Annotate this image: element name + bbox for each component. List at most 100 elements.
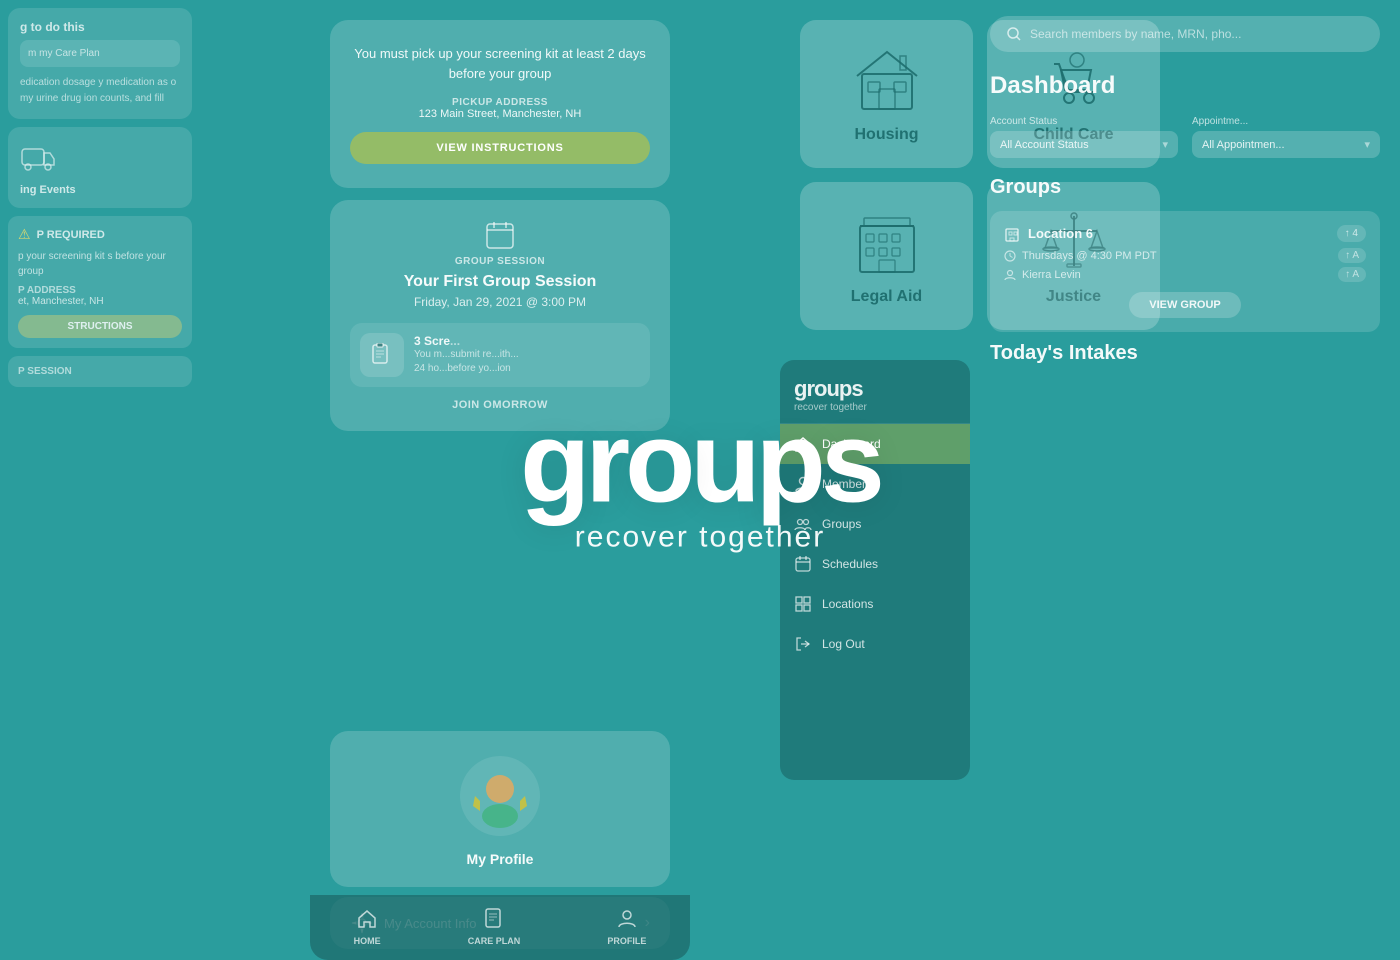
- screens-info: 3 Scre... You m...submit re...ith...24 h…: [414, 334, 640, 376]
- dashboard-title: Dashboard: [990, 72, 1380, 100]
- group-count-badge: ↑ 4: [1337, 225, 1366, 242]
- care-plan-item: m my Care Plan: [20, 40, 180, 67]
- sidebar-item-members[interactable]: Members: [780, 464, 970, 504]
- search-bar[interactable]: Search members by name, MRN, pho...: [990, 16, 1380, 52]
- pickup-address-phone: 123 Main Street, Manchester, NH: [350, 108, 650, 120]
- sidebar-item-logout[interactable]: Log Out: [780, 624, 970, 664]
- person-icon: [1004, 269, 1016, 281]
- pickup-label: P ADDRESS: [18, 285, 182, 296]
- session-card-left: P SESSION: [8, 356, 192, 387]
- groups-section-title: Groups: [990, 176, 1380, 199]
- group-time: Thursdays @ 4:30 PM PDT: [1022, 250, 1157, 262]
- schedules-nav-label: Schedules: [822, 557, 878, 571]
- nav-care-plan[interactable]: CARE PLAN: [468, 907, 521, 949]
- truck-icon: [20, 139, 56, 175]
- sidebar-app-name: groups: [794, 376, 956, 402]
- member-count: ↑ A: [1338, 267, 1366, 282]
- sidebar-logo: groups recover together: [780, 360, 970, 424]
- profile-illustration: [455, 751, 545, 841]
- members-nav-label: Members: [822, 477, 872, 491]
- filters-row: Account Status All Account Status ▾ Appo…: [990, 116, 1380, 158]
- group-card: Location 6 ↑ 4 Thursdays @ 4:30 PM PDT ↑…: [990, 211, 1380, 332]
- screens-count: 3 Scre...: [414, 334, 640, 348]
- view-instructions-button[interactable]: VIEW INSTRUCTIONS: [350, 132, 650, 164]
- account-status-chevron: ▾: [1162, 138, 1168, 151]
- warning-icon: ⚠: [18, 226, 31, 243]
- screens-row: 3 Scre... You m...submit re...ith...24 h…: [350, 323, 650, 387]
- view-group-button[interactable]: VIEW GROUP: [1129, 292, 1241, 318]
- session-label-left: P SESSION: [18, 366, 182, 377]
- sidebar-tagline: recover together: [794, 402, 956, 413]
- appointment-select[interactable]: All Appointmen... ▾: [1192, 131, 1380, 158]
- building-small-icon: [1004, 226, 1020, 242]
- nav-profile[interactable]: PROFILE: [607, 907, 646, 949]
- nav-home[interactable]: HOME: [354, 907, 381, 949]
- account-status-label: Account Status: [990, 116, 1178, 127]
- sidebar-item-groups[interactable]: Groups: [780, 504, 970, 544]
- alert-text: You must pick up your screening kit at l…: [350, 44, 650, 83]
- sidebar-item-locations[interactable]: Locations: [780, 584, 970, 624]
- time-count: ↑ A: [1338, 248, 1366, 263]
- care-plan-heading: g to do this: [20, 20, 180, 34]
- join-button[interactable]: JOIN OMORROW: [350, 399, 650, 411]
- appointment-label: Appointme...: [1192, 116, 1380, 127]
- phone-nav-bar: HOME CARE PLAN PROFILE: [310, 895, 690, 960]
- instructions-button[interactable]: STRUCTIONS: [18, 315, 182, 338]
- sidebar-item-schedules[interactable]: Schedules: [780, 544, 970, 584]
- schedule-nav-icon: [794, 555, 812, 573]
- group-time-row: Thursdays @ 4:30 PM PDT ↑ A: [1004, 248, 1366, 263]
- housing-card[interactable]: Housing: [800, 20, 973, 168]
- profile-card: My Profile: [330, 731, 670, 887]
- sidebar-item-dashboard[interactable]: Dashboard: [780, 424, 970, 464]
- locations-nav-label: Locations: [822, 597, 873, 611]
- far-left-panel: g to do this m my Care Plan edication do…: [0, 0, 200, 960]
- group-location: Location 6: [1028, 226, 1093, 241]
- group-member: Kierra Levin: [1022, 269, 1081, 281]
- legal-building-card[interactable]: Legal Aid: [800, 182, 973, 330]
- phone-panel: You must pick up your screening kit at l…: [310, 0, 690, 960]
- pickup-address: et, Manchester, NH: [18, 296, 182, 307]
- logout-nav-icon: [794, 635, 812, 653]
- warning-card: ⚠ P REQUIRED p your screening kit s befo…: [8, 216, 192, 348]
- building-icon: [852, 206, 922, 276]
- warning-label: P REQUIRED: [37, 229, 105, 241]
- upcoming-events-card: ing Events: [8, 127, 192, 208]
- screening-alert-card: You must pick up your screening kit at l…: [330, 20, 670, 188]
- home-label: HOME: [354, 936, 381, 946]
- care-plan-card: g to do this m my Care Plan edication do…: [8, 8, 192, 119]
- account-status-select[interactable]: All Account Status ▾: [990, 131, 1178, 158]
- dashboard-nav-label: Dashboard: [822, 437, 881, 451]
- admin-dashboard: Search members by name, MRN, pho... Dash…: [970, 0, 1400, 960]
- clock-icon: [1004, 250, 1016, 262]
- pickup-label-phone: PICKUP ADDRESS: [350, 97, 650, 108]
- admin-sidebar: groups recover together Dashboard Member…: [780, 360, 970, 780]
- group-location-row: Location 6 ↑ 4: [1004, 225, 1366, 242]
- location-nav-icon: [794, 595, 812, 613]
- account-status-value: All Account Status: [1000, 139, 1089, 151]
- session-label-phone: GROUP SESSION: [350, 256, 650, 267]
- dashboard-nav-icon: [794, 435, 812, 453]
- group-session-card: GROUP SESSION Your First Group Session F…: [330, 200, 670, 431]
- groups-nav-label: Groups: [822, 517, 861, 531]
- screens-desc: You m...submit re...ith...24 ho...before…: [414, 348, 640, 376]
- groups-nav-icon: [794, 515, 812, 533]
- building-label: Legal Aid: [820, 288, 953, 306]
- upcoming-title: ing Events: [20, 184, 180, 196]
- appointment-chevron: ▾: [1364, 138, 1370, 151]
- housing-label: Housing: [820, 126, 953, 144]
- care-plan-nav-icon: [483, 907, 505, 929]
- group-member-row: Kierra Levin ↑ A: [1004, 267, 1366, 282]
- account-status-filter: Account Status All Account Status ▾: [990, 116, 1178, 158]
- logout-nav-label: Log Out: [822, 637, 865, 651]
- session-title: Your First Group Session: [350, 273, 650, 291]
- search-icon: [1006, 26, 1022, 42]
- search-placeholder: Search members by name, MRN, pho...: [1030, 27, 1241, 41]
- calendar-icon: [485, 220, 515, 250]
- session-date: Friday, Jan 29, 2021 @ 3:00 PM: [350, 295, 650, 309]
- intakes-title: Today's Intakes: [990, 342, 1380, 365]
- view-group-btn-wrapper: VIEW GROUP: [1004, 292, 1366, 318]
- screens-icon-box: [360, 333, 404, 377]
- care-plan-label: m my Care Plan: [28, 48, 172, 59]
- profile-label: PROFILE: [607, 936, 646, 946]
- members-nav-icon: [794, 475, 812, 493]
